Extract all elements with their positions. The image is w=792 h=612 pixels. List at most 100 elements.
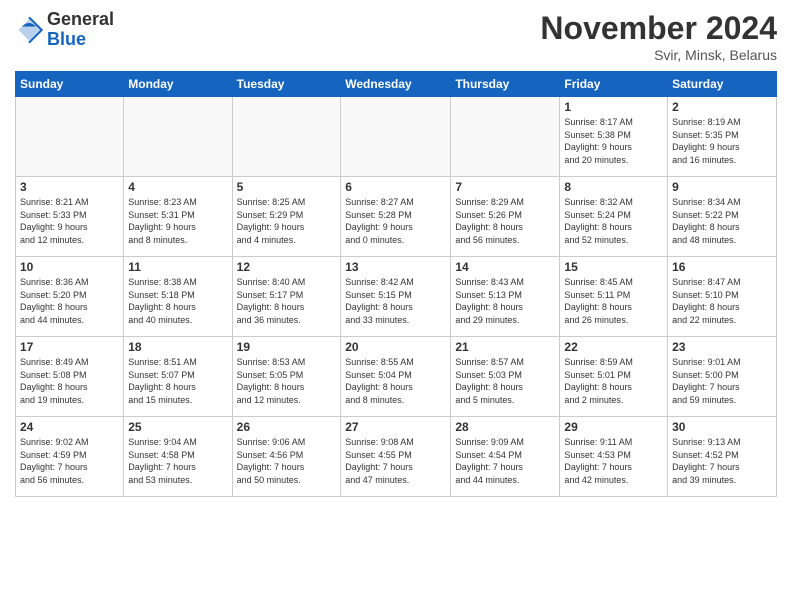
calendar-table: SundayMondayTuesdayWednesdayThursdayFrid… — [15, 71, 777, 497]
weekday-header-monday: Monday — [124, 72, 232, 97]
day-number: 4 — [128, 180, 227, 194]
calendar-cell: 16 Sunrise: 8:47 AM Sunset: 5:10 PM Dayli… — [668, 257, 777, 337]
weekday-header-saturday: Saturday — [668, 72, 777, 97]
calendar-cell: 15 Sunrise: 8:45 AM Sunset: 5:11 PM Dayli… — [560, 257, 668, 337]
day-number: 15 — [564, 260, 663, 274]
day-info: Sunrise: 8:17 AM Sunset: 5:38 PM Dayligh… — [564, 116, 663, 166]
calendar-cell: 7 Sunrise: 8:29 AM Sunset: 5:26 PM Daylig… — [451, 177, 560, 257]
calendar-cell: 28Sunrise: 9:09 AM Sunset: 4:54 PM Dayli… — [451, 417, 560, 497]
logo-blue-text: Blue — [47, 30, 114, 50]
calendar-cell: 26Sunrise: 9:06 AM Sunset: 4:56 PM Dayli… — [232, 417, 341, 497]
calendar-cell: 24 Sunrise: 9:02 AM Sunset: 4:59 PM Dayli… — [16, 417, 124, 497]
day-number: 7 — [455, 180, 555, 194]
day-info: Sunrise: 9:02 AM Sunset: 4:59 PM Dayligh… — [20, 436, 119, 486]
day-info: Sunrise: 8:25 AM Sunset: 5:29 PM Dayligh… — [237, 196, 337, 246]
day-info: Sunrise: 8:55 AM Sunset: 5:04 PM Dayligh… — [345, 356, 446, 406]
weekday-header-row: SundayMondayTuesdayWednesdayThursdayFrid… — [16, 72, 777, 97]
calendar-cell: 3 Sunrise: 8:21 AM Sunset: 5:33 PM Daylig… — [16, 177, 124, 257]
day-info: Sunrise: 9:13 AM Sunset: 4:52 PM Dayligh… — [672, 436, 772, 486]
calendar-cell: 1 Sunrise: 8:17 AM Sunset: 5:38 PM Daylig… — [560, 97, 668, 177]
day-info: Sunrise: 9:09 AM Sunset: 4:54 PM Dayligh… — [455, 436, 555, 486]
weekday-header-tuesday: Tuesday — [232, 72, 341, 97]
day-number: 25 — [128, 420, 227, 434]
calendar-week-3: 17 Sunrise: 8:49 AM Sunset: 5:08 PM Dayli… — [16, 337, 777, 417]
day-number: 27 — [345, 420, 446, 434]
day-info: Sunrise: 9:06 AM Sunset: 4:56 PM Dayligh… — [237, 436, 337, 486]
day-number: 13 — [345, 260, 446, 274]
day-number: 17 — [20, 340, 119, 354]
day-number: 24 — [20, 420, 119, 434]
calendar-cell — [16, 97, 124, 177]
calendar-body: 1 Sunrise: 8:17 AM Sunset: 5:38 PM Daylig… — [16, 97, 777, 497]
logo-icon — [15, 16, 43, 44]
calendar-cell: 5 Sunrise: 8:25 AM Sunset: 5:29 PM Daylig… — [232, 177, 341, 257]
day-number: 5 — [237, 180, 337, 194]
day-info: Sunrise: 8:34 AM Sunset: 5:22 PM Dayligh… — [672, 196, 772, 246]
title-block: November 2024 Svir, Minsk, Belarus — [540, 10, 777, 63]
day-info: Sunrise: 8:27 AM Sunset: 5:28 PM Dayligh… — [345, 196, 446, 246]
day-info: Sunrise: 9:01 AM Sunset: 5:00 PM Dayligh… — [672, 356, 772, 406]
day-info: Sunrise: 8:21 AM Sunset: 5:33 PM Dayligh… — [20, 196, 119, 246]
day-number: 21 — [455, 340, 555, 354]
day-number: 23 — [672, 340, 772, 354]
calendar-cell: 25 Sunrise: 9:04 AM Sunset: 4:58 PM Dayli… — [124, 417, 232, 497]
day-info: Sunrise: 8:36 AM Sunset: 5:20 PM Dayligh… — [20, 276, 119, 326]
day-number: 12 — [237, 260, 337, 274]
calendar-cell: 23 Sunrise: 9:01 AM Sunset: 5:00 PM Dayli… — [668, 337, 777, 417]
logo-general-text: General — [47, 10, 114, 30]
day-number: 8 — [564, 180, 663, 194]
day-info: Sunrise: 9:04 AM Sunset: 4:58 PM Dayligh… — [128, 436, 227, 486]
calendar-cell: 8Sunrise: 8:32 AM Sunset: 5:24 PM Daylig… — [560, 177, 668, 257]
day-info: Sunrise: 8:40 AM Sunset: 5:17 PM Dayligh… — [237, 276, 337, 326]
day-info: Sunrise: 8:49 AM Sunset: 5:08 PM Dayligh… — [20, 356, 119, 406]
day-info: Sunrise: 8:57 AM Sunset: 5:03 PM Dayligh… — [455, 356, 555, 406]
calendar-cell — [341, 97, 451, 177]
calendar-cell: 30 Sunrise: 9:13 AM Sunset: 4:52 PM Dayli… — [668, 417, 777, 497]
calendar-cell: 17 Sunrise: 8:49 AM Sunset: 5:08 PM Dayli… — [16, 337, 124, 417]
month-title: November 2024 — [540, 10, 777, 47]
day-number: 9 — [672, 180, 772, 194]
calendar-week-2: 10 Sunrise: 8:36 AM Sunset: 5:20 PM Dayli… — [16, 257, 777, 337]
day-info: Sunrise: 8:47 AM Sunset: 5:10 PM Dayligh… — [672, 276, 772, 326]
weekday-header-wednesday: Wednesday — [341, 72, 451, 97]
weekday-header-sunday: Sunday — [16, 72, 124, 97]
day-number: 18 — [128, 340, 227, 354]
calendar-cell: 18 Sunrise: 8:51 AM Sunset: 5:07 PM Dayli… — [124, 337, 232, 417]
day-number: 6 — [345, 180, 446, 194]
calendar-cell: 9 Sunrise: 8:34 AM Sunset: 5:22 PM Daylig… — [668, 177, 777, 257]
calendar-week-4: 24 Sunrise: 9:02 AM Sunset: 4:59 PM Dayli… — [16, 417, 777, 497]
calendar-cell: 6 Sunrise: 8:27 AM Sunset: 5:28 PM Daylig… — [341, 177, 451, 257]
calendar-header: SundayMondayTuesdayWednesdayThursdayFrid… — [16, 72, 777, 97]
day-number: 19 — [237, 340, 337, 354]
calendar-cell: 14Sunrise: 8:43 AM Sunset: 5:13 PM Dayli… — [451, 257, 560, 337]
page-container: General Blue November 2024 Svir, Minsk, … — [0, 0, 792, 507]
calendar-cell: 4 Sunrise: 8:23 AM Sunset: 5:31 PM Daylig… — [124, 177, 232, 257]
day-info: Sunrise: 8:42 AM Sunset: 5:15 PM Dayligh… — [345, 276, 446, 326]
day-number: 22 — [564, 340, 663, 354]
page-header: General Blue November 2024 Svir, Minsk, … — [15, 10, 777, 63]
day-number: 30 — [672, 420, 772, 434]
day-number: 11 — [128, 260, 227, 274]
calendar-cell: 20 Sunrise: 8:55 AM Sunset: 5:04 PM Dayli… — [341, 337, 451, 417]
day-info: Sunrise: 8:43 AM Sunset: 5:13 PM Dayligh… — [455, 276, 555, 326]
calendar-week-1: 3 Sunrise: 8:21 AM Sunset: 5:33 PM Daylig… — [16, 177, 777, 257]
day-number: 29 — [564, 420, 663, 434]
calendar-cell: 19Sunrise: 8:53 AM Sunset: 5:05 PM Dayli… — [232, 337, 341, 417]
day-info: Sunrise: 8:23 AM Sunset: 5:31 PM Dayligh… — [128, 196, 227, 246]
calendar-cell: 29 Sunrise: 9:11 AM Sunset: 4:53 PM Dayli… — [560, 417, 668, 497]
day-number: 3 — [20, 180, 119, 194]
calendar-cell — [232, 97, 341, 177]
day-number: 16 — [672, 260, 772, 274]
day-info: Sunrise: 8:51 AM Sunset: 5:07 PM Dayligh… — [128, 356, 227, 406]
day-info: Sunrise: 8:29 AM Sunset: 5:26 PM Dayligh… — [455, 196, 555, 246]
day-info: Sunrise: 9:08 AM Sunset: 4:55 PM Dayligh… — [345, 436, 446, 486]
day-info: Sunrise: 8:38 AM Sunset: 5:18 PM Dayligh… — [128, 276, 227, 326]
weekday-header-friday: Friday — [560, 72, 668, 97]
day-info: Sunrise: 9:11 AM Sunset: 4:53 PM Dayligh… — [564, 436, 663, 486]
calendar-cell: 21 Sunrise: 8:57 AM Sunset: 5:03 PM Dayli… — [451, 337, 560, 417]
day-number: 20 — [345, 340, 446, 354]
day-info: Sunrise: 8:45 AM Sunset: 5:11 PM Dayligh… — [564, 276, 663, 326]
day-number: 1 — [564, 100, 663, 114]
day-number: 10 — [20, 260, 119, 274]
calendar-cell: 13 Sunrise: 8:42 AM Sunset: 5:15 PM Dayli… — [341, 257, 451, 337]
